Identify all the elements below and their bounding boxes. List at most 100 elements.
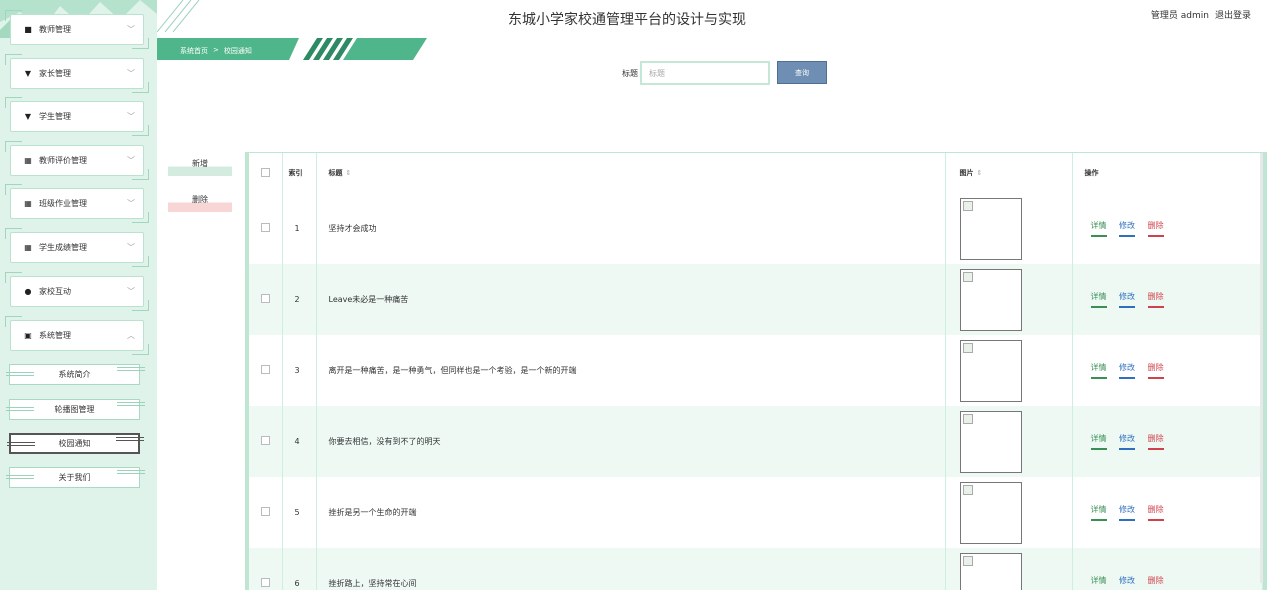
detail-button[interactable]: 详情 [1091, 575, 1107, 590]
sort-icon[interactable]: ⇕ [977, 169, 983, 177]
row-index: 5 [282, 477, 317, 548]
sidebar-item-parent[interactable]: ▼ 家长管理 ﹀ [5, 54, 149, 93]
table-row: 5 挫折是另一个生命的开端 详情 修改 删除 [249, 477, 1263, 548]
row-checkbox[interactable] [261, 365, 270, 374]
page-title: 东城小学家校通管理平台的设计与实现 [508, 12, 746, 28]
row-title: 离开是一种痛苦，是一种勇气，但同样也是一个考验，是一个新的开端 [316, 335, 946, 406]
row-title: Leave未必是一种痛苦 [316, 264, 946, 335]
table-row: 2 Leave未必是一种痛苦 详情 修改 删除 [249, 264, 1263, 335]
sidebar-item-teacher-evaluation[interactable]: ▦ 教师评价管理 ﹀ [5, 141, 149, 180]
edit-button[interactable]: 修改 [1119, 291, 1136, 308]
detail-button[interactable]: 详情 [1090, 220, 1107, 237]
table-row: 6 挫折路上，坚持常在心间 详情 修改 删除 [249, 548, 1263, 590]
user-area: 管理员 admin 退出登录 [1151, 8, 1251, 21]
chevron-down-icon: ﹀ [127, 243, 135, 252]
edit-button[interactable]: 修改 [1119, 575, 1135, 590]
submenu-item-label: 校园通知 [58, 439, 91, 448]
scrollbar[interactable] [1260, 153, 1263, 583]
delete-button[interactable]: 删除 [1147, 291, 1164, 308]
row-index: 4 [282, 406, 317, 477]
grid-icon: ▦ [24, 199, 32, 208]
sidebar: ■ 教师管理 ﹀ ▼ 家长管理 ﹀ ▼ 学生管理 ﹀ ▦ 教师评价管理 ﹀ ▦ … [0, 0, 157, 590]
delete-button[interactable]: 删除 [1147, 504, 1164, 521]
chevron-up-icon: ︿ [127, 331, 135, 340]
submenu-item-about[interactable]: 关于我们 [6, 467, 145, 488]
column-header-image[interactable]: 图片 ⇕ [945, 153, 1073, 193]
table-row: 1 坚持才会成功 详情 修改 删除 [249, 193, 1263, 264]
row-checkbox[interactable] [261, 223, 270, 232]
pin-icon: ● [24, 287, 32, 296]
sidebar-item-grades[interactable]: ▦ 学生成绩管理 ﹀ [5, 228, 149, 267]
detail-button[interactable]: 详情 [1090, 362, 1107, 379]
row-checkbox[interactable] [261, 436, 270, 445]
broken-image-icon [959, 410, 1022, 473]
breadcrumb-separator: > [213, 46, 219, 54]
logout-link[interactable]: 退出登录 [1215, 8, 1251, 21]
broken-image-icon [959, 552, 1022, 590]
sidebar-item-homework[interactable]: ▦ 班级作业管理 ﹀ [5, 184, 149, 223]
column-header-title[interactable]: 标题 ⇕ [316, 153, 946, 193]
delete-button[interactable]: 删除 [1147, 433, 1164, 450]
sidebar-item-system[interactable]: ▣ 系统管理 ︿ [5, 316, 149, 355]
batch-delete-button[interactable]: 删除 [168, 193, 232, 212]
edit-button[interactable]: 修改 [1119, 504, 1136, 521]
detail-button[interactable]: 详情 [1090, 433, 1107, 450]
sort-icon[interactable]: ⇕ [346, 169, 352, 177]
select-all-checkbox[interactable] [261, 167, 270, 177]
submenu-item-carousel[interactable]: 轮播图管理 [6, 399, 145, 420]
teacher-icon: ■ [24, 25, 32, 34]
student-icon: ▼ [24, 112, 32, 121]
chevron-down-icon: ﹀ [127, 156, 135, 165]
broken-image-icon [959, 481, 1022, 544]
notices-table: 索引 标题 ⇕ 图片 ⇕ 操作 1 坚持才会成功 详情 修改 删除 2 Leav… [245, 152, 1267, 590]
row-checkbox[interactable] [261, 294, 270, 303]
row-index: 6 [282, 548, 317, 590]
row-title: 坚持才会成功 [316, 193, 946, 264]
delete-button[interactable]: 删除 [1148, 575, 1164, 590]
detail-button[interactable]: 详情 [1090, 504, 1107, 521]
sidebar-item-label: 学生成绩管理 [39, 243, 87, 252]
sidebar-item-label: 班级作业管理 [39, 199, 87, 208]
detail-button[interactable]: 详情 [1090, 291, 1107, 308]
chevron-down-icon: ﹀ [127, 112, 135, 121]
broken-image-icon [959, 268, 1022, 331]
row-checkbox[interactable] [261, 507, 270, 516]
data-table: 索引 标题 ⇕ 图片 ⇕ 操作 1 坚持才会成功 详情 修改 删除 2 Leav… [249, 153, 1263, 590]
submenu-item-label: 关于我们 [58, 473, 91, 482]
breadcrumb: 系统首页 > 校园通知 [180, 46, 252, 56]
edit-button[interactable]: 修改 [1119, 433, 1136, 450]
select-all-cell [249, 153, 283, 193]
sidebar-item-interaction[interactable]: ● 家校互动 ﹀ [5, 272, 149, 311]
breadcrumb-home[interactable]: 系统首页 [180, 46, 208, 56]
column-header-ops: 操作 [1072, 153, 1263, 193]
chevron-down-icon: ﹀ [127, 25, 135, 34]
sidebar-item-label: 系统管理 [39, 331, 71, 340]
submenu-item-label: 轮播图管理 [54, 405, 95, 414]
delete-button[interactable]: 删除 [1147, 362, 1164, 379]
edit-button[interactable]: 修改 [1119, 362, 1136, 379]
user-label: 管理员 admin [1150, 11, 1209, 21]
search-input[interactable] [640, 61, 770, 85]
sidebar-item-label: 教师管理 [39, 25, 71, 34]
sidebar-item-label: 家校互动 [39, 287, 71, 296]
row-title: 挫折路上，坚持常在心间 [316, 548, 946, 590]
column-header-index: 索引 [282, 153, 317, 193]
edit-button[interactable]: 修改 [1119, 220, 1136, 237]
app-root: ■ 教师管理 ﹀ ▼ 家长管理 ﹀ ▼ 学生管理 ﹀ ▦ 教师评价管理 ﹀ ▦ … [0, 0, 1283, 590]
search-button[interactable]: 查询 [777, 61, 827, 84]
delete-button[interactable]: 删除 [1147, 220, 1164, 237]
submenu-item-notices[interactable]: 校园通知 [7, 433, 144, 454]
building-icon: ▣ [24, 331, 32, 340]
sidebar-item-teacher[interactable]: ■ 教师管理 ﹀ [5, 10, 149, 49]
sidebar-item-student[interactable]: ▼ 学生管理 ﹀ [5, 97, 149, 136]
table-header-row: 索引 标题 ⇕ 图片 ⇕ 操作 [249, 153, 1263, 193]
sidebar-item-label: 教师评价管理 [39, 156, 87, 165]
sidebar-item-label: 家长管理 [39, 69, 71, 78]
grid-icon: ▦ [24, 156, 32, 165]
add-button[interactable]: 新增 [168, 157, 232, 176]
broken-image-icon [959, 197, 1022, 260]
row-checkbox[interactable] [261, 578, 270, 587]
submenu-item-intro[interactable]: 系统简介 [6, 364, 145, 385]
parent-icon: ▼ [24, 69, 32, 78]
search-label: 标题 [622, 69, 638, 78]
